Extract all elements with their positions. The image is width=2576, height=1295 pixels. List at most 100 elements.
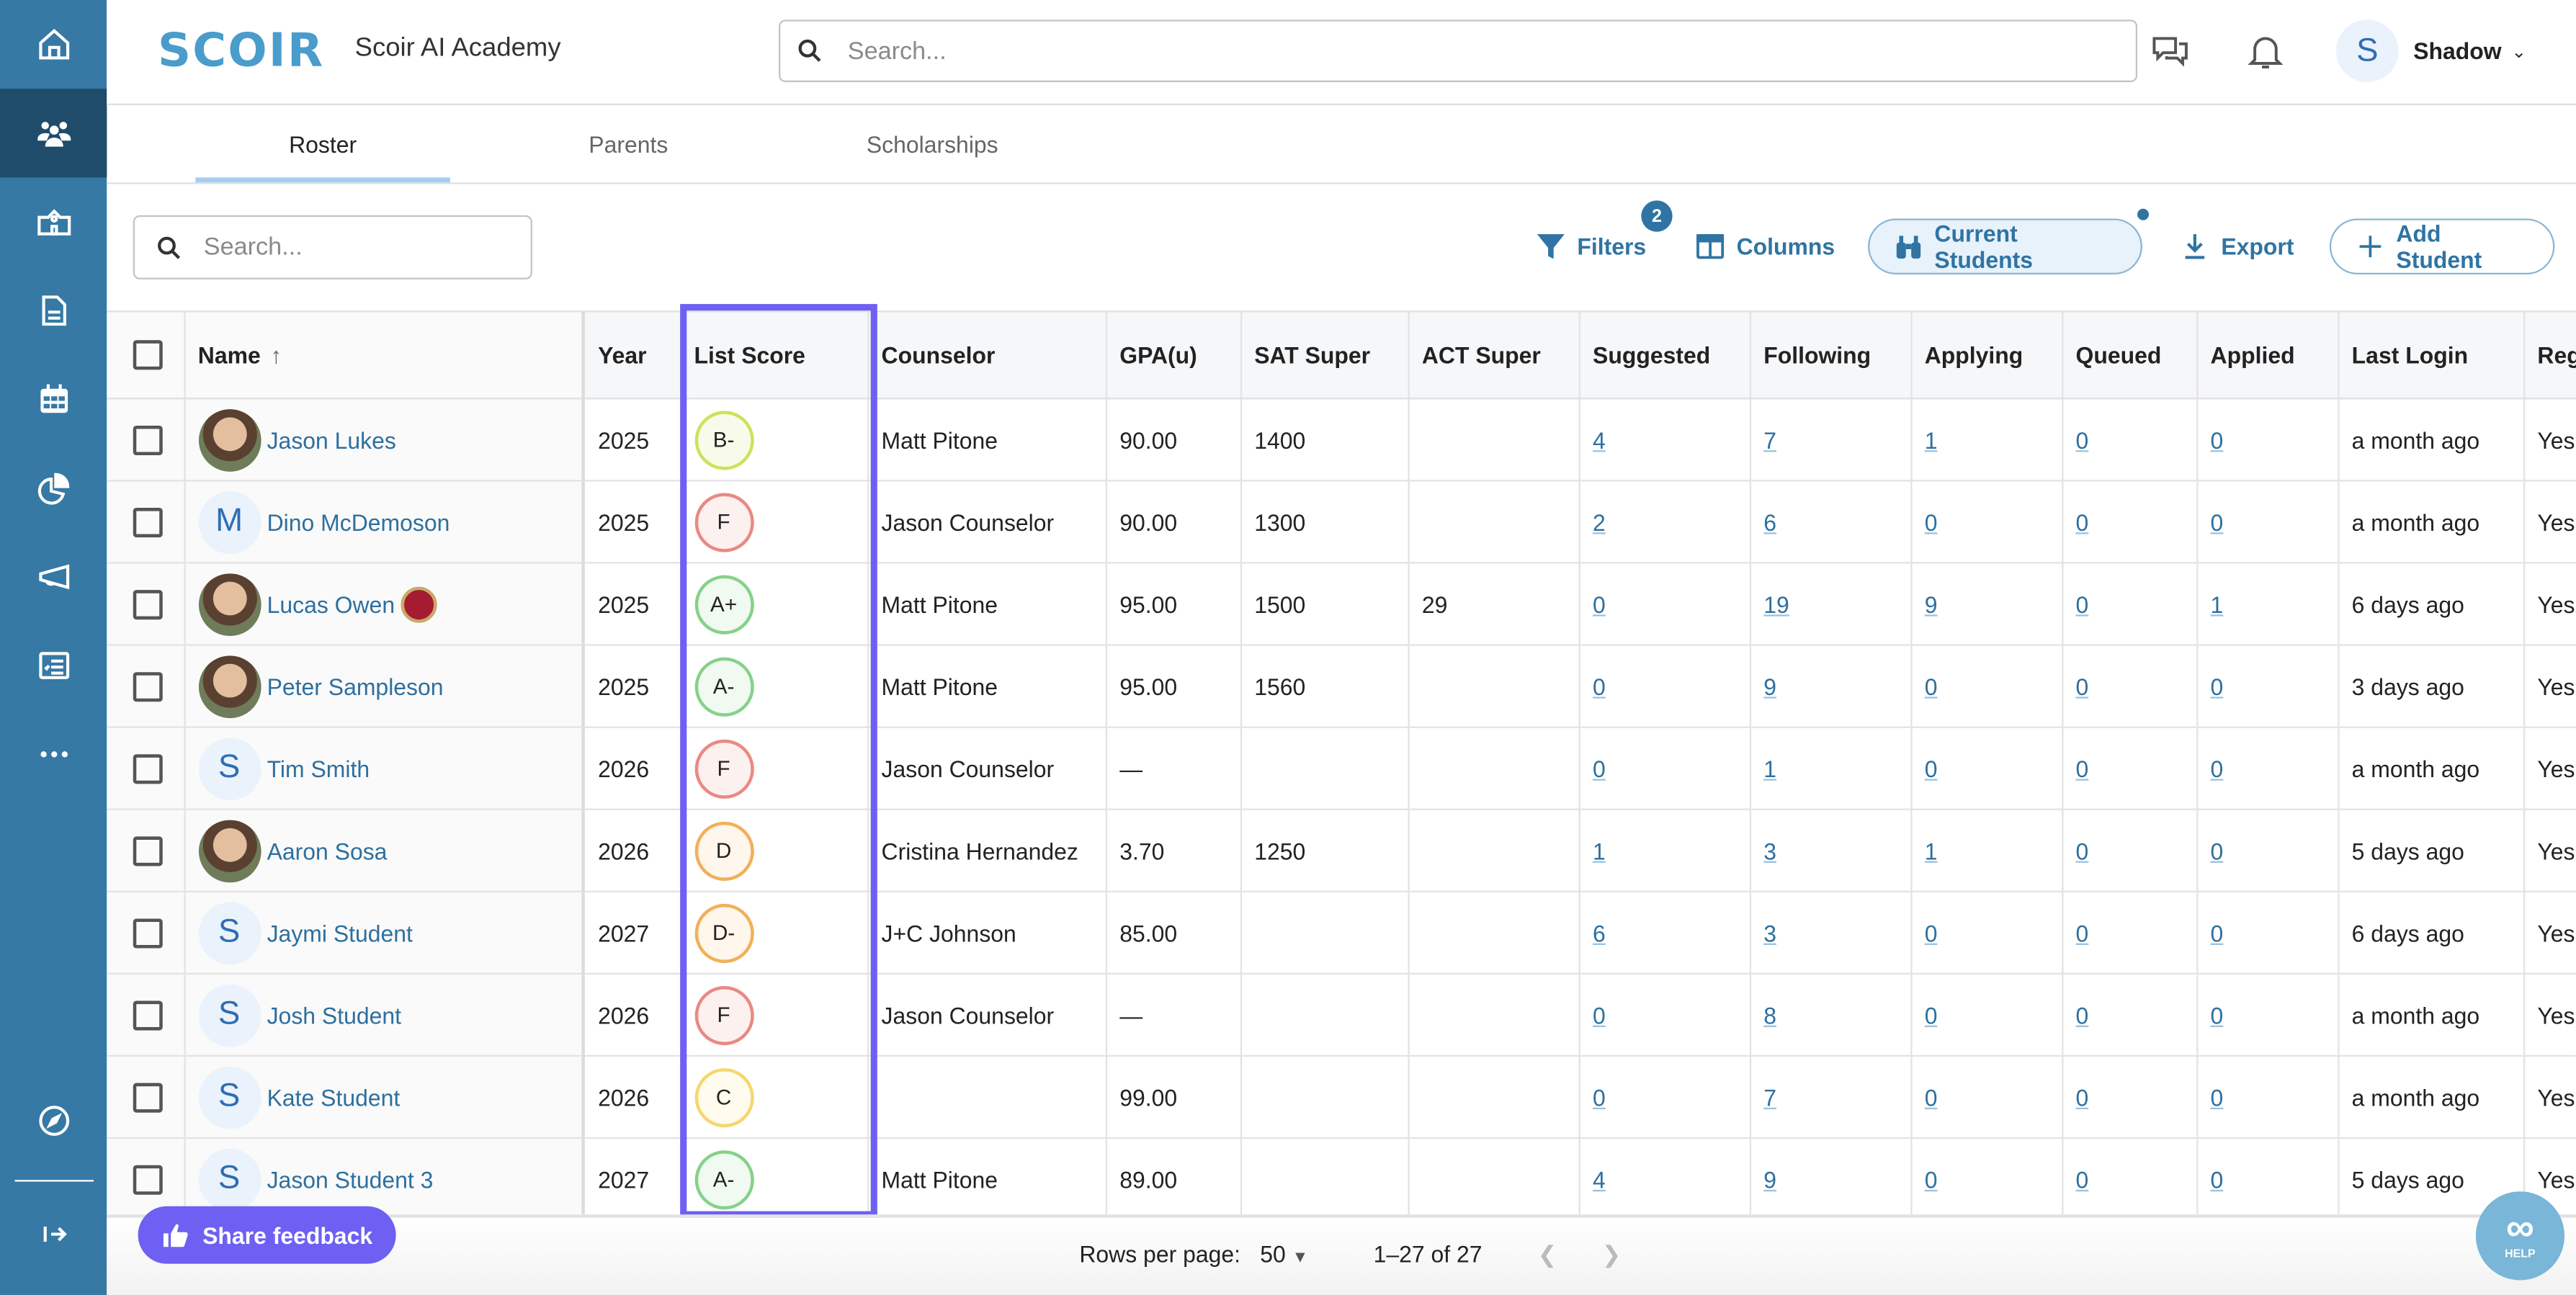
row-checkbox[interactable] xyxy=(133,1000,163,1030)
applying-count-link[interactable]: 0 xyxy=(1925,920,1938,946)
list-score-badge[interactable]: D- xyxy=(694,902,753,962)
select-all-checkbox[interactable] xyxy=(133,340,163,370)
user-menu[interactable]: S Shadow ⌄ xyxy=(2336,19,2526,83)
scoir-logo[interactable]: SCOIR xyxy=(158,23,324,77)
queued-count-link[interactable]: 0 xyxy=(2076,591,2089,617)
suggested-count-link[interactable]: 0 xyxy=(1593,1084,1606,1111)
next-page-button[interactable]: ❯ xyxy=(1602,1241,1622,1269)
student-name-link[interactable]: Josh Student xyxy=(267,1002,401,1029)
sidebar-item-explore[interactable] xyxy=(0,1077,107,1165)
column-header-year[interactable]: Year xyxy=(583,312,681,400)
tab-parents[interactable]: Parents xyxy=(501,105,756,182)
queued-count-link[interactable]: 0 xyxy=(2076,508,2089,535)
column-header-following[interactable]: Following xyxy=(1749,312,1912,400)
column-header-counselor[interactable]: Counselor xyxy=(867,312,1106,400)
applying-count-link[interactable]: 0 xyxy=(1925,673,1938,699)
list-score-badge[interactable]: F xyxy=(694,985,753,1045)
filters-button[interactable]: Filters xyxy=(1534,218,1646,274)
applying-count-link[interactable]: 1 xyxy=(1925,426,1938,453)
table-row[interactable]: Lucas Owen 2025 A+ Matt Pitone 95.00 1500 29 0 1… xyxy=(107,563,2576,646)
applied-count-link[interactable]: 0 xyxy=(2211,508,2224,535)
suggested-count-link[interactable]: 0 xyxy=(1593,673,1606,699)
list-score-badge[interactable]: A- xyxy=(694,656,753,716)
following-count-link[interactable]: 19 xyxy=(1763,591,1789,617)
following-count-link[interactable]: 7 xyxy=(1763,1084,1776,1111)
row-checkbox[interactable] xyxy=(133,425,163,455)
roster-search-input[interactable] xyxy=(200,231,519,264)
following-count-link[interactable]: 3 xyxy=(1763,920,1776,946)
column-header-sat[interactable]: SAT Super xyxy=(1240,312,1409,400)
notifications-bell-icon[interactable] xyxy=(2244,30,2286,72)
table-row[interactable]: S Kate Student 2026 C 99.00 0 7 0 0 0 a month ago Y… xyxy=(107,1055,2576,1139)
column-header-suggested[interactable]: Suggested xyxy=(1578,312,1750,400)
applied-count-link[interactable]: 0 xyxy=(2211,1002,2224,1029)
suggested-count-link[interactable]: 4 xyxy=(1593,1166,1606,1193)
tab-scholarships[interactable]: Scholarships xyxy=(805,105,1059,182)
suggested-count-link[interactable]: 4 xyxy=(1593,426,1606,453)
applying-count-link[interactable]: 0 xyxy=(1925,508,1938,535)
list-score-badge[interactable]: F xyxy=(694,738,753,798)
columns-button[interactable]: Columns xyxy=(1694,218,1835,274)
student-name-link[interactable]: Jason Student 3 xyxy=(267,1166,434,1193)
following-count-link[interactable]: 9 xyxy=(1763,673,1776,699)
sidebar-item-home[interactable] xyxy=(0,0,107,89)
sidebar-item-schools[interactable] xyxy=(0,177,107,266)
queued-count-link[interactable]: 0 xyxy=(2076,1166,2089,1193)
sidebar-item-students[interactable] xyxy=(0,89,107,178)
table-row[interactable]: S Josh Student 2026 F Jason Counselor —0 8 0 0 0 a… xyxy=(107,973,2576,1057)
add-student-button[interactable]: Add Student xyxy=(2329,218,2555,275)
following-count-link[interactable]: 1 xyxy=(1763,755,1776,781)
applying-count-link[interactable]: 0 xyxy=(1925,1002,1938,1029)
rows-per-page-select[interactable]: 50 ▼ xyxy=(1260,1241,1308,1268)
column-header-queued[interactable]: Queued xyxy=(2062,312,2198,400)
table-row[interactable]: S Jaymi Student 2027 D- J+C Johnson 85.00 6 3 0 0… xyxy=(107,891,2576,975)
list-score-badge[interactable]: F xyxy=(694,492,753,552)
share-feedback-button[interactable]: Share feedback xyxy=(138,1206,396,1264)
student-name-link[interactable]: Lucas Owen xyxy=(267,591,395,617)
applied-count-link[interactable]: 1 xyxy=(2211,591,2224,617)
suggested-count-link[interactable]: 0 xyxy=(1593,755,1606,781)
suggested-count-link[interactable]: 0 xyxy=(1593,591,1606,617)
row-checkbox[interactable] xyxy=(133,1164,163,1194)
applied-count-link[interactable]: 0 xyxy=(2211,1166,2224,1193)
applied-count-link[interactable]: 0 xyxy=(2211,673,2224,699)
tab-roster[interactable]: Roster xyxy=(195,105,450,183)
sidebar-item-announcements[interactable] xyxy=(0,532,107,621)
suggested-count-link[interactable]: 2 xyxy=(1593,508,1606,535)
column-header-list-score[interactable]: List Score xyxy=(680,312,869,400)
following-count-link[interactable]: 7 xyxy=(1763,426,1776,453)
queued-count-link[interactable]: 0 xyxy=(2076,920,2089,946)
queued-count-link[interactable]: 0 xyxy=(2076,755,2089,781)
list-score-badge[interactable]: C xyxy=(694,1067,753,1127)
row-checkbox[interactable] xyxy=(133,507,163,537)
following-count-link[interactable]: 3 xyxy=(1763,838,1776,864)
applying-count-link[interactable]: 0 xyxy=(1925,1166,1938,1193)
chat-icon[interactable] xyxy=(2149,30,2191,72)
applied-count-link[interactable]: 0 xyxy=(2211,1084,2224,1111)
column-header-name[interactable]: Name ↑ xyxy=(184,312,585,400)
queued-count-link[interactable]: 0 xyxy=(2076,1002,2089,1029)
list-score-badge[interactable]: A- xyxy=(694,1150,753,1209)
following-count-link[interactable]: 9 xyxy=(1763,1166,1776,1193)
global-search[interactable] xyxy=(779,19,2138,83)
row-checkbox[interactable] xyxy=(133,753,163,784)
table-row[interactable]: S Jason Student 3 2027 A- Matt Pitone 89.00 4 9… xyxy=(107,1138,2576,1215)
student-name-link[interactable]: Aaron Sosa xyxy=(267,838,388,864)
sidebar-item-more[interactable] xyxy=(0,710,107,799)
applying-count-link[interactable]: 0 xyxy=(1925,755,1938,781)
roster-search[interactable] xyxy=(133,215,532,279)
queued-count-link[interactable]: 0 xyxy=(2076,673,2089,699)
queued-count-link[interactable]: 0 xyxy=(2076,838,2089,864)
student-name-link[interactable]: Jason Lukes xyxy=(267,426,396,453)
student-name-link[interactable]: Peter Sampleson xyxy=(267,673,444,699)
global-search-input[interactable] xyxy=(844,35,2100,67)
suggested-count-link[interactable]: 0 xyxy=(1593,1002,1606,1029)
applying-count-link[interactable]: 0 xyxy=(1925,1084,1938,1111)
queued-count-link[interactable]: 0 xyxy=(2076,426,2089,453)
sidebar-item-calendar[interactable] xyxy=(0,355,107,444)
table-row[interactable]: M Dino McDemoson 2025 F Jason Counselor 90.00… xyxy=(107,480,2576,564)
student-name-link[interactable]: Dino McDemoson xyxy=(267,508,450,535)
table-row[interactable]: Aaron Sosa 2026 D Cristina Hernandez 3.70 125… xyxy=(107,809,2576,892)
column-header-applying[interactable]: Applying xyxy=(1910,312,2063,400)
list-score-badge[interactable]: D xyxy=(694,820,753,880)
